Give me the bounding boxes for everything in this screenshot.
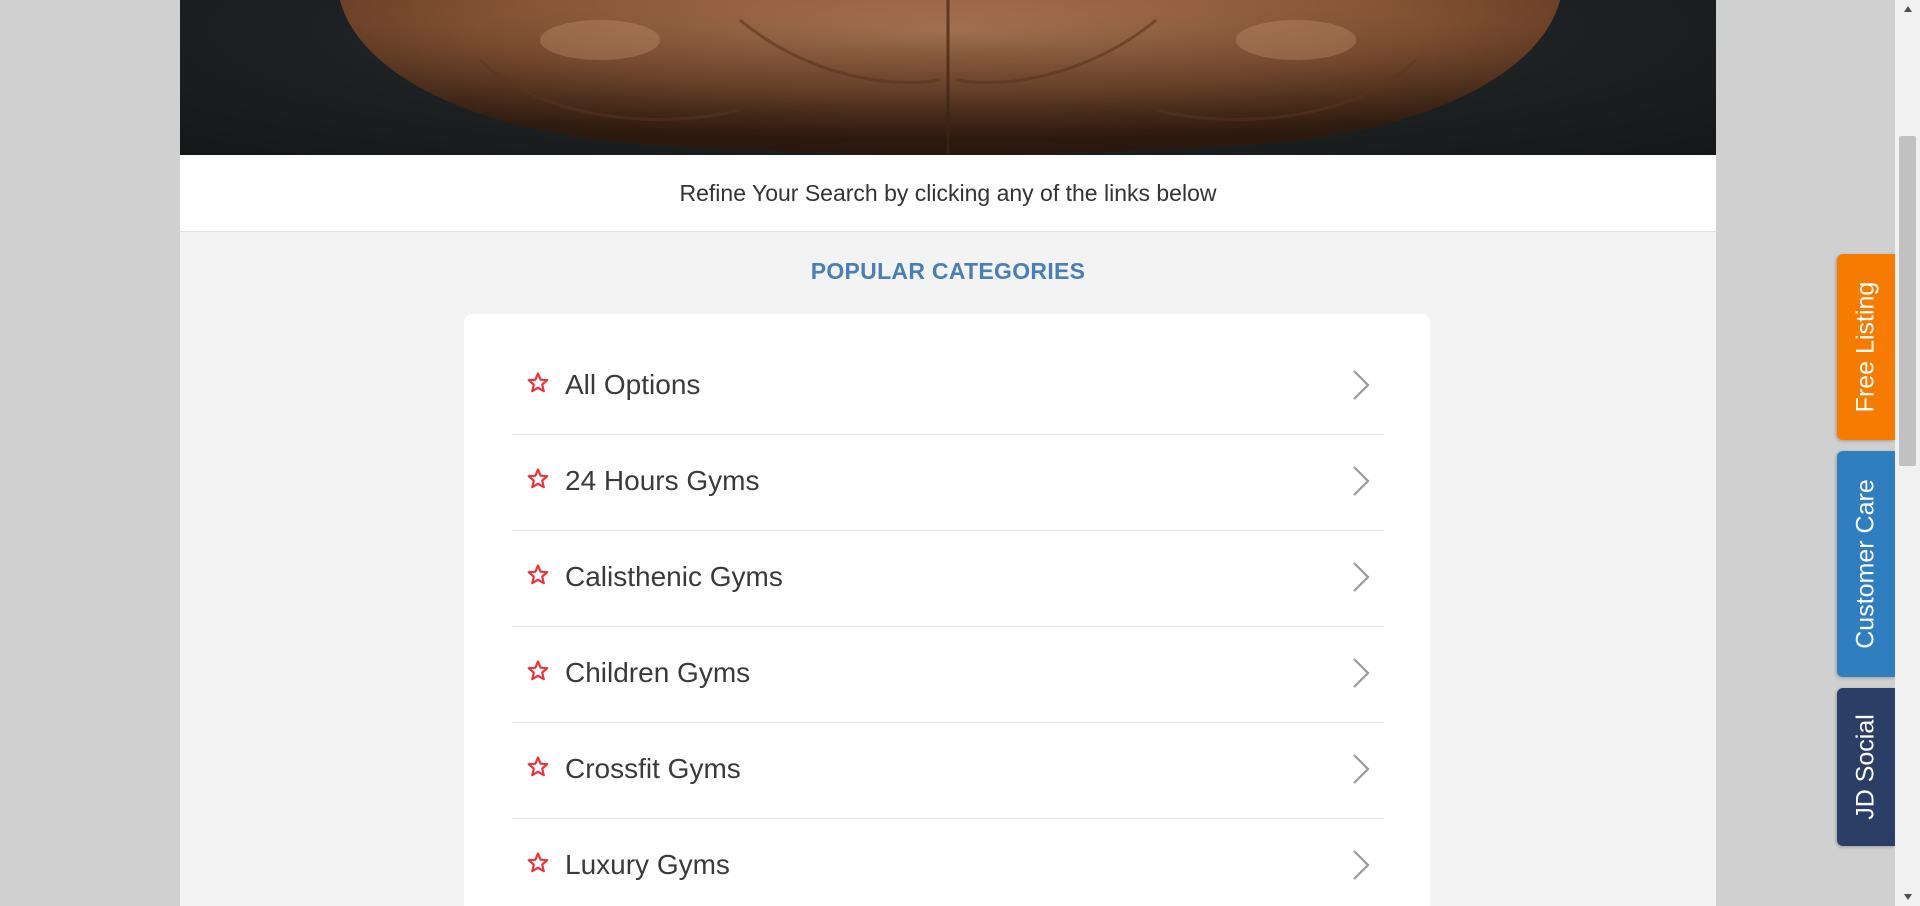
vertical-scrollbar[interactable] [1895, 0, 1920, 906]
hero-banner-image [180, 0, 1716, 155]
scroll-down-arrow-icon[interactable] [1895, 888, 1920, 906]
star-outline-icon [527, 564, 549, 585]
customer-care-tab[interactable]: Customer Care [1837, 451, 1895, 677]
jd-social-tab[interactable]: JD Social [1837, 688, 1895, 846]
chevron-right-icon [1353, 850, 1370, 880]
category-item-all-options[interactable]: All Options [512, 339, 1384, 435]
scroll-up-arrow-icon[interactable] [1895, 0, 1920, 18]
categories-card: All Options 24 Hours Gyms Calisthenic Gy [464, 314, 1430, 906]
category-item-children-gyms[interactable]: Children Gyms [512, 627, 1384, 723]
category-item-calisthenic-gyms[interactable]: Calisthenic Gyms [512, 531, 1384, 627]
page-content: Refine Your Search by clicking any of th… [180, 0, 1716, 906]
category-label: All Options [565, 369, 701, 400]
chevron-right-icon [1353, 658, 1370, 688]
star-outline-icon [527, 660, 549, 681]
jd-social-label: JD Social [1851, 714, 1880, 820]
category-item-24-hours-gyms[interactable]: 24 Hours Gyms [512, 435, 1384, 531]
refine-search-text: Refine Your Search by clicking any of th… [679, 179, 1217, 206]
customer-care-label: Customer Care [1851, 479, 1880, 649]
star-outline-icon [527, 756, 549, 777]
popular-categories-title: POPULAR CATEGORIES [810, 258, 1086, 284]
category-label: Luxury Gyms [565, 849, 730, 880]
category-item-luxury-gyms[interactable]: Luxury Gyms [512, 819, 1384, 906]
refine-search-bar: Refine Your Search by clicking any of th… [180, 155, 1716, 232]
category-label: Calisthenic Gyms [565, 561, 783, 592]
category-label: Crossfit Gyms [565, 753, 741, 784]
category-label: Children Gyms [565, 657, 751, 688]
side-tabs: Free Listing Customer Care JD Social [1837, 0, 1895, 906]
scrollbar-thumb[interactable] [1899, 136, 1916, 466]
muscular-back-illustration [340, 0, 1560, 155]
free-listing-tab[interactable]: Free Listing [1837, 254, 1895, 440]
chevron-right-icon [1353, 370, 1370, 400]
category-list: All Options 24 Hours Gyms Calisthenic Gy [512, 339, 1384, 906]
free-listing-label: Free Listing [1851, 281, 1880, 413]
category-item-crossfit-gyms[interactable]: Crossfit Gyms [512, 723, 1384, 819]
chevron-right-icon [1353, 562, 1370, 592]
star-outline-icon [527, 852, 549, 873]
chevron-right-icon [1353, 466, 1370, 496]
star-outline-icon [527, 468, 549, 489]
star-outline-icon [527, 372, 549, 393]
category-label: 24 Hours Gyms [565, 465, 760, 496]
chevron-right-icon [1353, 754, 1370, 784]
